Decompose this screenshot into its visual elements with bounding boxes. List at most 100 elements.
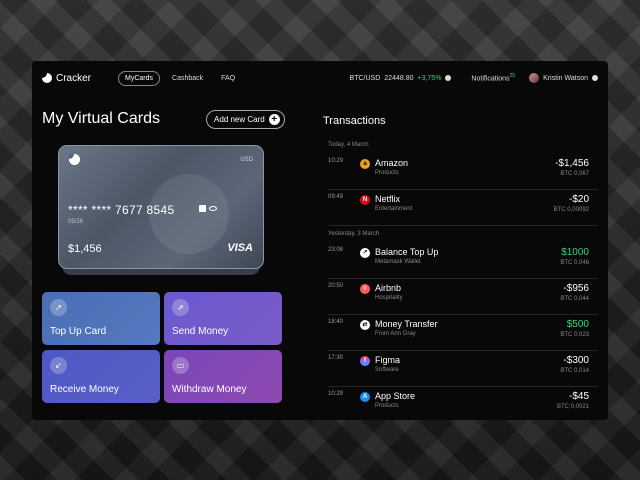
withdraw-money-button[interactable]: ▭ Withdraw Money xyxy=(164,350,282,403)
action-label: Receive Money xyxy=(50,384,119,395)
tx-time: 18:40 xyxy=(328,319,344,325)
tx-category: Metamask Wallet xyxy=(375,259,421,265)
tx-time: 10:29 xyxy=(328,391,344,397)
tx-btc: BTC 0,067 xyxy=(560,171,589,177)
transaction-row[interactable]: 20:50 ◊ Airbnb Hospitality -$956 BTC 0,0… xyxy=(328,279,598,315)
add-card-button[interactable]: Add new Card + xyxy=(206,110,285,129)
card-balance: $1,456 xyxy=(68,243,102,255)
date-header: Today, 4 March xyxy=(328,142,369,148)
notifications-count: 25 xyxy=(509,73,516,80)
page-title: My Virtual Cards xyxy=(42,110,160,127)
top-up-card-button[interactable]: ↗ Top Up Card xyxy=(42,292,160,345)
amazon-icon: a xyxy=(360,159,370,169)
tx-time: 17:30 xyxy=(328,355,344,361)
chevron-down-icon xyxy=(592,75,598,81)
tx-btc: BTC 0,014 xyxy=(560,368,589,374)
tx-category: Software xyxy=(375,367,399,373)
app-store-icon: A xyxy=(360,392,370,402)
transaction-row[interactable]: 18:40 ⇄ Money Transfer From Ann Gray $50… xyxy=(328,315,598,351)
tx-category: Products xyxy=(375,403,399,409)
btc-ticker[interactable]: BTC/USD 22448.80 +3,75% xyxy=(350,75,452,82)
card-actions xyxy=(199,205,217,212)
tx-category: Entertainment xyxy=(375,206,413,212)
tx-amount: -$45 xyxy=(568,391,589,402)
tx-btc: BTC 0,046 xyxy=(560,260,589,266)
tx-name: Amazon xyxy=(375,158,409,168)
header: Cracker MyCards Cashback FAQ BTC/USD 224… xyxy=(32,61,608,95)
card-expiry: 05/26 xyxy=(68,219,84,225)
main-nav: MyCards Cashback FAQ xyxy=(118,70,241,86)
tx-name: Balance Top Up xyxy=(375,247,439,257)
tx-amount: -$300 xyxy=(563,355,589,366)
virtual-card[interactable]: USD **** **** 7677 8545 05/26 $1,456 VIS… xyxy=(58,145,264,269)
netflix-icon: N xyxy=(360,195,370,205)
tx-name: Airbnb xyxy=(375,283,402,293)
brand-logo[interactable]: Cracker xyxy=(42,73,91,84)
visa-logo: VISA xyxy=(227,242,253,254)
transaction-row[interactable]: 09:49 N Netflix Entertainment -$20 BTC 0… xyxy=(328,190,598,226)
logo-icon xyxy=(42,73,52,83)
btc-price: 22448.80 xyxy=(384,74,414,82)
receive-money-button[interactable]: ↙ Receive Money xyxy=(42,350,160,403)
tx-time: 09:49 xyxy=(328,194,344,200)
tx-time: 23:08 xyxy=(328,247,344,253)
nav-cashback[interactable]: Cashback xyxy=(166,72,209,85)
tx-amount: $1000 xyxy=(561,247,589,258)
tx-name: App Store xyxy=(375,391,416,401)
tx-amount: -$956 xyxy=(563,283,589,294)
external-link-icon: ⇗ xyxy=(172,299,189,316)
tx-btc: BTC 0,023 xyxy=(560,332,589,338)
brand-name: Cracker xyxy=(56,72,92,84)
transaction-row[interactable]: 17:30 f Figma Software -$300 BTC 0,014 xyxy=(328,351,598,387)
tx-amount: $500 xyxy=(566,319,589,330)
tx-name: Money Transfer xyxy=(375,319,438,329)
tx-btc: BTC 0,00092 xyxy=(553,207,589,213)
btc-label: BTC/USD xyxy=(349,74,381,82)
tx-category: Hospitality xyxy=(375,295,403,301)
figma-icon: f xyxy=(360,356,370,366)
tx-time: 20:50 xyxy=(328,283,344,289)
nav-mycards[interactable]: MyCards xyxy=(118,70,161,86)
wallet-icon: ▭ xyxy=(172,357,189,374)
app-window: Cracker MyCards Cashback FAQ BTC/USD 224… xyxy=(32,61,608,420)
avatar xyxy=(529,73,540,83)
tx-category: Products xyxy=(375,170,399,176)
card-currency: USD xyxy=(240,157,253,163)
notifications-label: Notifications xyxy=(471,75,510,83)
tx-amount: -$1,456 xyxy=(555,158,589,169)
tx-btc: BTC 0,0021 xyxy=(556,404,589,410)
trend-up-icon: ↗ xyxy=(360,248,370,258)
tx-category: From Ann Gray xyxy=(375,331,416,337)
action-label: Top Up Card xyxy=(50,326,107,337)
transaction-row[interactable]: 23:08 ↗ Balance Top Up Metamask Wallet $… xyxy=(328,243,598,279)
tx-name: Figma xyxy=(375,355,401,365)
arrow-down-left-icon: ↙ xyxy=(50,357,67,374)
notifications-button[interactable]: Notifications25 xyxy=(471,73,515,82)
action-label: Send Money xyxy=(172,326,229,337)
card-number: **** **** 7677 8545 xyxy=(68,203,175,217)
tx-btc: BTC 0,044 xyxy=(560,296,589,302)
trend-up-icon: ↗ xyxy=(50,299,67,316)
tx-amount: -$20 xyxy=(568,194,589,205)
send-money-button[interactable]: ⇗ Send Money xyxy=(164,292,282,345)
transfer-icon: ⇄ xyxy=(360,320,370,330)
nav-faq[interactable]: FAQ xyxy=(215,72,241,85)
user-name: Kristin Watson xyxy=(543,74,588,82)
action-label: Withdraw Money xyxy=(172,384,247,395)
tx-name: Netflix xyxy=(375,194,401,204)
airbnb-icon: ◊ xyxy=(360,284,370,294)
chevron-down-icon xyxy=(445,75,452,81)
eye-icon[interactable] xyxy=(209,206,217,211)
copy-icon[interactable] xyxy=(199,205,206,212)
transaction-row[interactable]: 10:29 a Amazon Products -$1,456 BTC 0,06… xyxy=(328,154,598,190)
transactions-title: Transactions xyxy=(323,115,386,127)
user-menu[interactable]: Kristin Watson xyxy=(529,73,598,83)
plus-icon: + xyxy=(268,114,280,125)
date-header: Yesterday, 3 March xyxy=(328,231,380,237)
transactions-list: Today, 4 March 10:29 a Amazon Products -… xyxy=(328,137,598,420)
tx-time: 10:29 xyxy=(328,158,344,164)
btc-change: +3,75% xyxy=(417,74,442,82)
transaction-row[interactable]: 10:29 A App Store Products -$45 BTC 0,00… xyxy=(328,387,598,420)
virtual-card-stack[interactable]: USD **** **** 7677 8545 05/26 $1,456 VIS… xyxy=(58,145,264,275)
add-card-label: Add new Card xyxy=(214,115,265,124)
